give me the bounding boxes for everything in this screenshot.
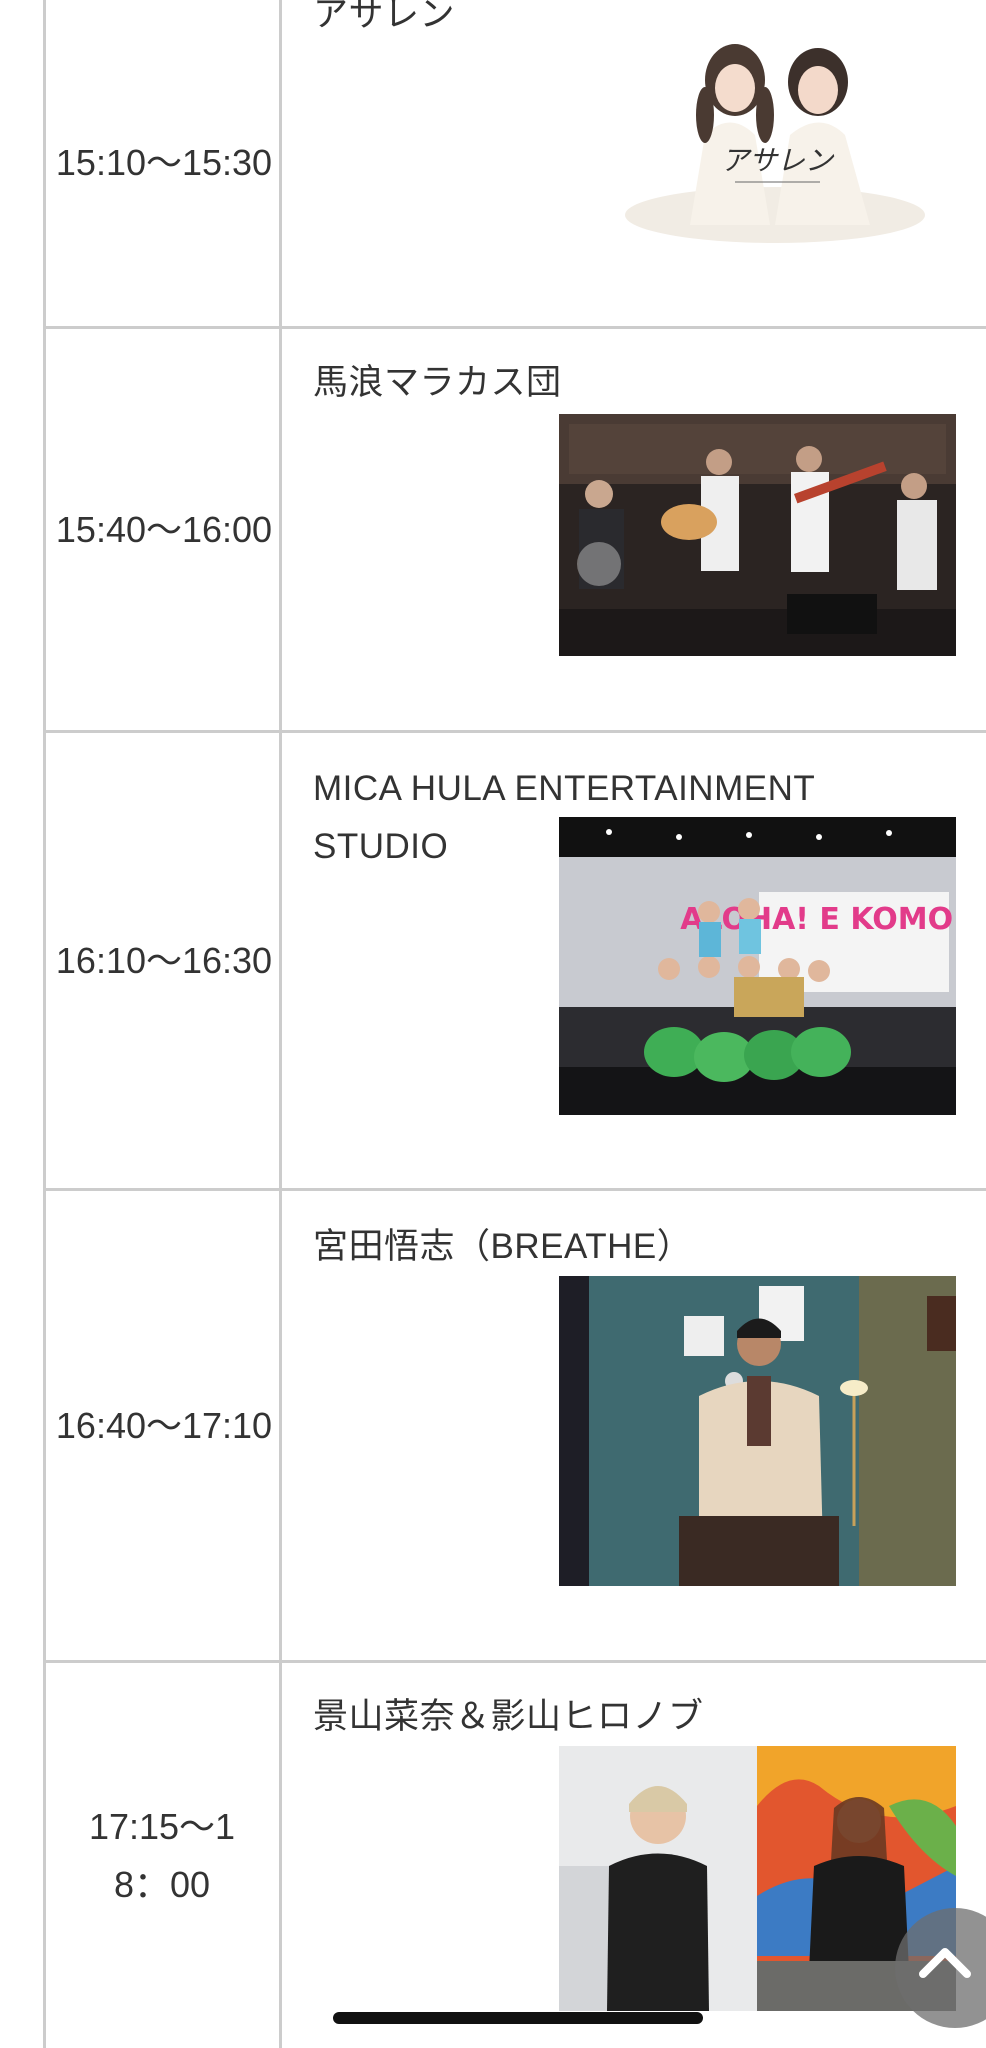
time-cell: 16:40～17:10 — [55, 1404, 273, 1446]
time-cell: 15:10～15:30 — [55, 142, 273, 183]
band-photo-icon — [559, 414, 956, 656]
chevron-up-icon — [919, 1948, 971, 1978]
performer-name: 馬浪マラカス団 — [313, 363, 562, 402]
performer-name: 景山菜奈＆影山ヒロノブ — [313, 1697, 704, 1736]
logo-text: アサレン — [721, 144, 835, 177]
time-cell: 15:40～16:00 — [55, 508, 273, 550]
home-indicator — [333, 2012, 703, 2024]
performer-name: 宮田悟志（BREATHE） — [313, 1227, 693, 1266]
table-border-left — [43, 0, 46, 2048]
time-cell: 16:10～16:30 — [55, 939, 273, 981]
duo-photo-icon: アサレン — [585, 40, 960, 250]
portrait-photo-icon — [559, 1276, 956, 1586]
banner-text: ALOHA! E KOMO MAI — [680, 902, 956, 937]
hula-group-photo-icon: ALOHA! E KOMO MAI — [559, 817, 956, 1115]
time-cell: 17:15～18：00 — [88, 1805, 236, 1905]
performer-name: アサレン — [313, 0, 456, 34]
